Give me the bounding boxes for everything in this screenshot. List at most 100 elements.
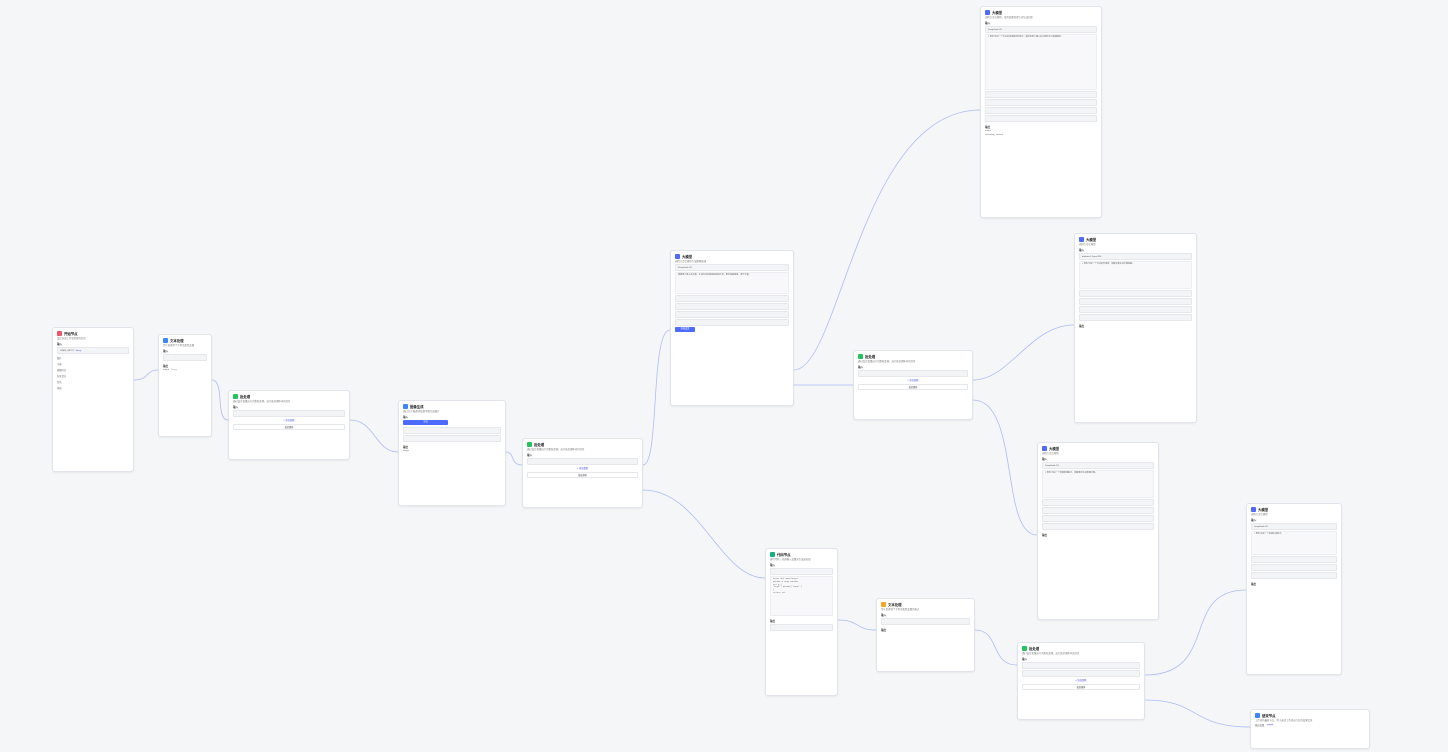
prompt-text[interactable]: # 角色 你是一个专业的短视频创作助手，擅长将用户输入的内容转化为视频脚本。 [985, 34, 1097, 90]
section-input: 输入 [233, 406, 239, 409]
param-label: 风格 [57, 388, 62, 390]
batch-input-field[interactable] [527, 458, 638, 465]
llm-node[interactable]: 大模型 调用大语言模型 输入 doubao-1.5-pro-32k # 角色 你… [1074, 233, 1197, 423]
edge [1144, 699, 1251, 728]
input-field[interactable] [675, 319, 789, 326]
batch-input-field[interactable] [858, 370, 968, 377]
llm-node[interactable]: 大模型 调用大语言模型 输入 DeepSeek-V3 # 角色 你是一个视频剪辑… [1037, 442, 1159, 620]
llm-icon [1079, 237, 1084, 242]
batch-icon [1022, 646, 1027, 651]
start-var-field[interactable]: USER_INPUT String [57, 347, 129, 354]
input-field[interactable] [985, 115, 1097, 122]
edge [972, 399, 1038, 536]
input-field[interactable] [1251, 564, 1337, 571]
node-title: 大模型 [992, 11, 1003, 15]
model-select[interactable]: DeepSeek-V3 [675, 264, 789, 271]
add-param-button[interactable]: + 添加参数 [527, 466, 638, 470]
section-input: 输入 [985, 22, 991, 25]
text-node[interactable]: 文本处理 用于处理多个字符串类型变量的格式 输入 输出 [876, 598, 975, 672]
batch-input-field[interactable] [233, 410, 345, 417]
start-node[interactable]: 开始节点 设定启动工作流需要的信息 输入 USER_INPUT String 图… [52, 327, 134, 472]
batch-icon [858, 354, 863, 359]
edge [505, 451, 523, 466]
input-field[interactable] [1079, 306, 1192, 313]
model-select[interactable]: doubao-1.5-pro-32k [1079, 253, 1192, 260]
input-field[interactable] [985, 107, 1097, 114]
add-param-button[interactable]: + 添加参数 [858, 378, 968, 382]
llm-node[interactable]: 大模型 调用大语言模型生成图像描述 DeepSeek-V3 根据用户输入的文案，… [670, 250, 794, 406]
input-field[interactable] [675, 295, 789, 302]
input-field[interactable] [1079, 298, 1192, 305]
out-name: output [985, 130, 992, 132]
input-field[interactable] [770, 568, 833, 575]
prompt-text[interactable]: # 角色 你是一个专业的分镜师，根据文案生成分镜画面。 [1079, 261, 1192, 289]
text-process-node[interactable]: 文本处理 用于处理多个字符串类型变量 输入 输出 output String [158, 334, 212, 437]
image-gen-node[interactable]: 图像生成 通过文字描述/添加参考图生成图片 输入 生成 输出 image [398, 400, 506, 506]
batch-node[interactable]: 批处理 通过设定批量运行次数和逻辑，运行批处理体内的任务 输入 + 添加参数 批… [1017, 642, 1145, 720]
batch-node[interactable]: 批处理 通过设定批量运行次数和逻辑，运行批处理体内的任务 输入 + 添加参数 批… [853, 350, 973, 420]
input-field[interactable] [1251, 572, 1337, 579]
node-title: 结束节点 [1262, 714, 1276, 718]
model-select[interactable]: DeepSeek-V3 [1042, 462, 1154, 469]
prompt-text[interactable]: # 角色 你是一个视频剪辑助手，根据素材生成剪辑方案。 [1042, 470, 1154, 498]
output-row: image [399, 449, 505, 453]
llm-node[interactable]: 大模型 调用大语言模型 输入 DeepSeek-V3 # 角色 你是一个音频生成… [1246, 503, 1342, 675]
batch-body-bar[interactable]: 批处理体 [527, 472, 638, 478]
section-input: 输入 [770, 564, 776, 567]
batch-input-field[interactable] [1022, 662, 1140, 669]
code-editor[interactable]: async def main(args): params = args.para… [770, 576, 833, 616]
input-field[interactable] [675, 303, 789, 310]
ref-field[interactable] [403, 435, 501, 442]
batch-node[interactable]: 批处理 通过设定批量运行次数和逻辑，运行批处理体内的任务 输入 + 添加参数 批… [228, 390, 350, 460]
llm-node[interactable]: 大模型 调用大语言模型，使用变量和提示词生成回复 输入 DeepSeek-V3 … [980, 6, 1102, 218]
node-desc: 调用大语言模型生成图像描述 [675, 260, 707, 263]
add-param-button[interactable]: + 添加参数 [1022, 678, 1140, 682]
input-field[interactable] [985, 99, 1097, 106]
code-node[interactable]: 代码节点 编写代码，处理输入变量来生成返回值 输入 async def main… [765, 548, 838, 696]
param-label: 音色 [57, 382, 62, 384]
param-row[interactable]: 风格 [53, 385, 133, 391]
output-field[interactable] [770, 624, 833, 631]
section-input: 输入 [858, 366, 864, 369]
prompt-field[interactable] [403, 427, 501, 434]
out-name: image [403, 450, 409, 452]
add-param-button[interactable]: + 添加参数 [233, 418, 345, 422]
input-field[interactable] [1079, 314, 1192, 321]
node-title: 代码节点 [777, 553, 791, 557]
output-var-row[interactable]: 输出变量 output [1251, 722, 1369, 728]
batch-body-bar[interactable]: 批处理体 [858, 384, 968, 390]
input-field[interactable] [881, 618, 970, 625]
input-field[interactable] [1042, 523, 1154, 530]
workflow-canvas[interactable]: 开始节点 设定启动工作流需要的信息 输入 USER_INPUT String 图… [0, 0, 1448, 752]
input-field[interactable] [1042, 507, 1154, 514]
add-variable-button[interactable]: 添加变量 [675, 327, 695, 332]
prompt-text[interactable]: 根据用户输入的文案，生成对应的画面描述提示词，要求画面感强，细节丰富。 [675, 272, 789, 294]
section-input: 输入 [881, 614, 887, 617]
generate-button[interactable]: 生成 [403, 420, 448, 425]
batch-node[interactable]: 批处理 通过设定批量运行次数和逻辑，运行批处理体内的任务 输入 + 添加参数 批… [522, 438, 643, 508]
section-input: 输入 [1022, 658, 1028, 661]
input-field[interactable] [1042, 515, 1154, 522]
model-select[interactable]: DeepSeek-V3 [985, 26, 1097, 33]
input-field[interactable] [1042, 499, 1154, 506]
batch-icon [527, 442, 532, 447]
batch-body-bar[interactable]: 批处理体 [1022, 684, 1140, 690]
end-node[interactable]: 结束节点 工作流的最终节点，用于返回工作流运行后的结果信息 输出变量 output [1250, 709, 1370, 749]
param-label: 图片 [57, 358, 62, 360]
model-name: doubao-1.5-pro-32k [1082, 255, 1102, 258]
input-field[interactable] [1251, 556, 1337, 563]
node-title: 大模型 [1086, 238, 1097, 242]
model-select[interactable]: DeepSeek-V3 [1251, 523, 1337, 530]
input-field[interactable] [163, 354, 207, 361]
node-title: 大模型 [1258, 508, 1269, 512]
llm-icon [1042, 446, 1047, 451]
node-title: 批处理 [534, 443, 545, 447]
input-field[interactable] [1079, 290, 1192, 297]
code-icon [770, 552, 775, 557]
prompt-text[interactable]: # 角色 你是一个音频生成助手。 [1251, 531, 1337, 555]
out-name: output [163, 369, 170, 371]
input-field[interactable] [675, 311, 789, 318]
input-field[interactable] [985, 91, 1097, 98]
batch-body-bar[interactable]: 批处理体 [233, 424, 345, 430]
batch-input-field[interactable] [1022, 670, 1140, 677]
